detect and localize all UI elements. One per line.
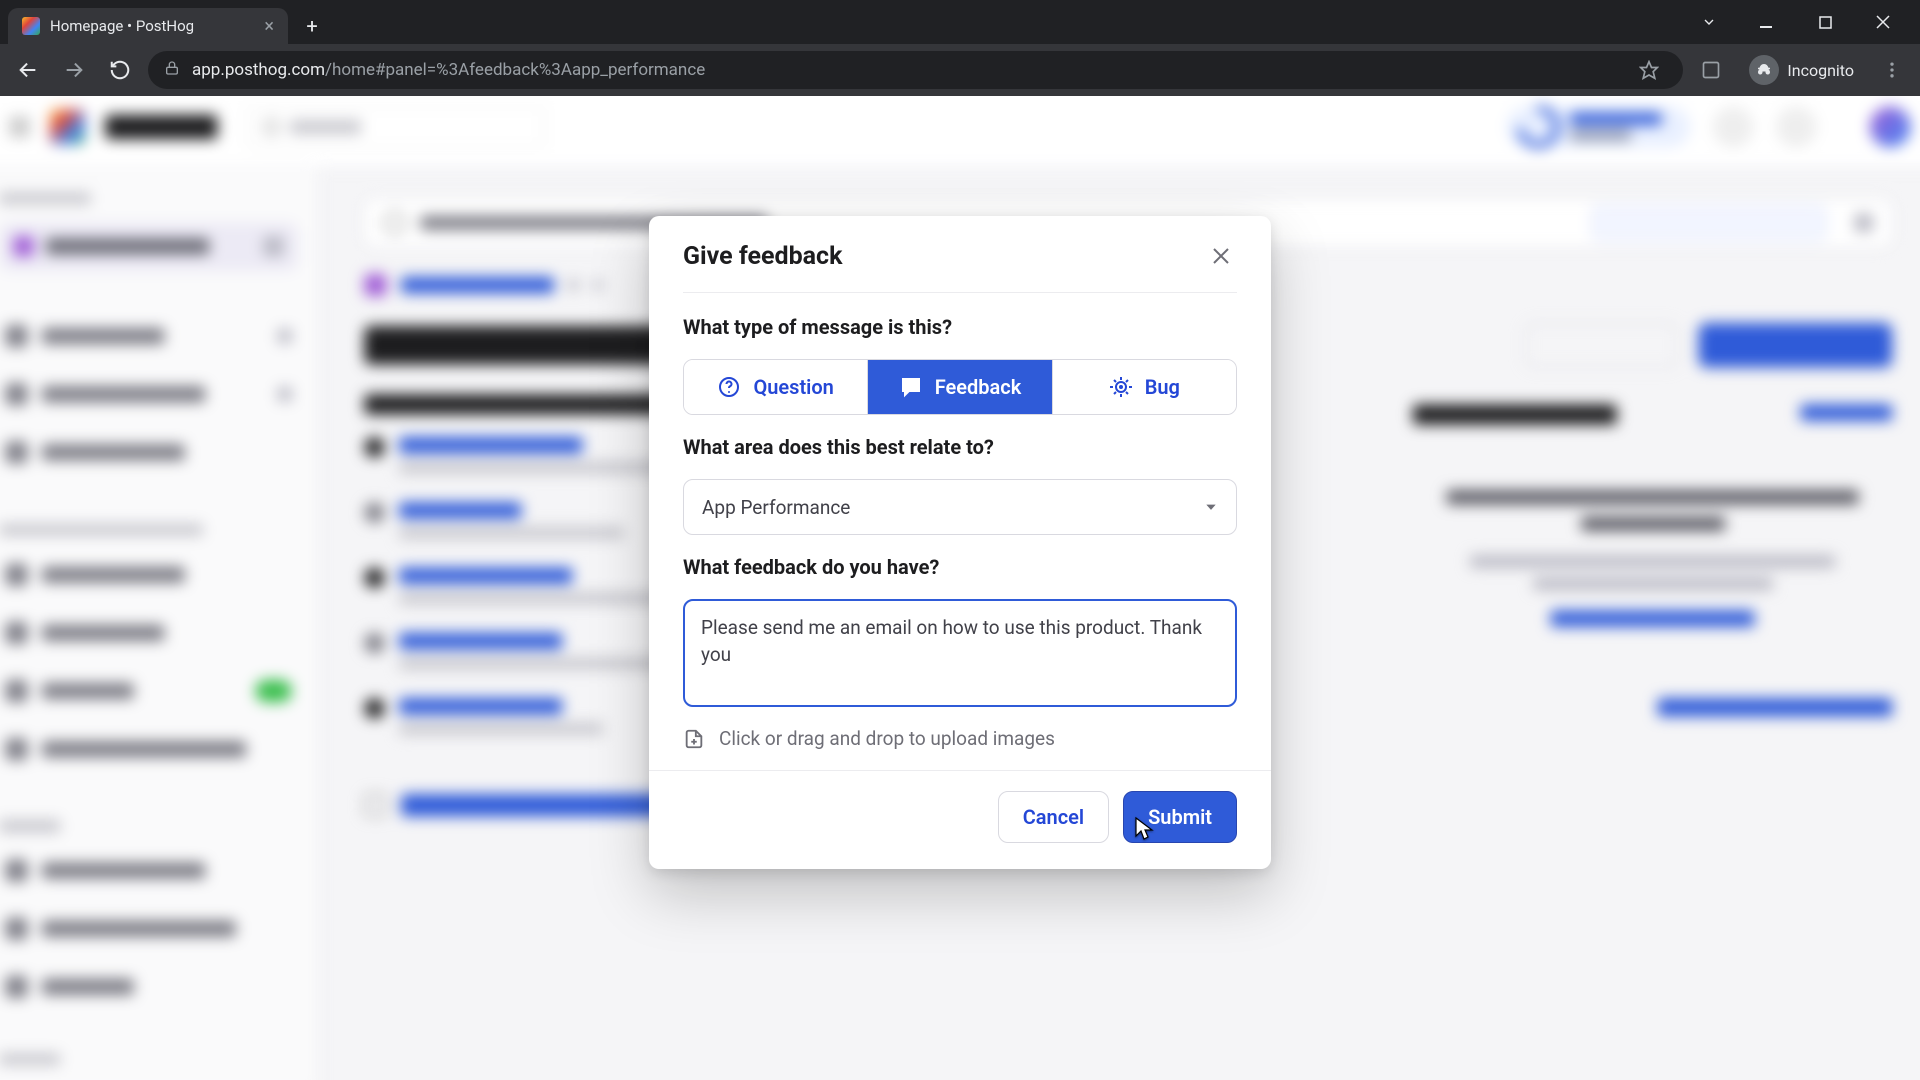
tab-favicon <box>22 17 40 35</box>
lock-icon <box>164 60 180 81</box>
incognito-icon <box>1749 55 1779 85</box>
browser-tab[interactable]: Homepage • PostHog × <box>8 8 288 44</box>
upload-dropzone[interactable]: Click or drag and drop to upload images <box>683 727 1237 756</box>
cancel-button-label: Cancel <box>1023 805 1084 829</box>
area-select[interactable]: App Performance <box>683 479 1237 535</box>
extensions-icon[interactable] <box>1693 52 1729 88</box>
type-option-feedback-label: Feedback <box>935 375 1022 399</box>
page-viewport: Give feedback What type of message is th… <box>0 96 1920 1080</box>
feedback-icon <box>899 375 923 399</box>
submit-button-label: Submit <box>1148 805 1212 829</box>
modal-footer: Cancel Submit <box>649 770 1271 869</box>
window-close-button[interactable] <box>1854 4 1912 40</box>
new-tab-button[interactable]: + <box>296 10 328 42</box>
tab-title: Homepage • PostHog <box>50 17 194 35</box>
label-message-type: What type of message is this? <box>683 315 1237 339</box>
window-minimize-button[interactable] <box>1738 4 1796 40</box>
browser-chrome: Homepage • PostHog × + <box>0 0 1920 96</box>
label-area: What area does this best relate to? <box>683 435 1237 459</box>
area-select-value: App Performance <box>702 496 850 519</box>
tab-close-icon[interactable]: × <box>264 16 274 37</box>
type-option-feedback[interactable]: Feedback <box>868 360 1052 414</box>
submit-button[interactable]: Submit <box>1123 791 1237 843</box>
tabs-dropdown-icon[interactable] <box>1680 4 1738 40</box>
browser-menu-icon[interactable] <box>1874 52 1910 88</box>
type-option-question[interactable]: Question <box>684 360 868 414</box>
incognito-indicator[interactable]: Incognito <box>1735 49 1868 91</box>
modal-header: Give feedback <box>649 216 1271 292</box>
window-maximize-button[interactable] <box>1796 4 1854 40</box>
modal-title: Give feedback <box>683 242 842 271</box>
nav-back-button[interactable] <box>10 52 46 88</box>
nav-forward-button[interactable] <box>56 52 92 88</box>
type-option-bug[interactable]: Bug <box>1053 360 1236 414</box>
modal-close-button[interactable] <box>1205 240 1237 272</box>
bug-icon <box>1109 375 1133 399</box>
address-bar: app.posthog.com/home#panel=%3Afeedback%3… <box>0 44 1920 96</box>
upload-file-icon <box>683 728 705 750</box>
addr-right: Incognito <box>1693 49 1910 91</box>
close-icon <box>1212 247 1230 265</box>
cancel-button[interactable]: Cancel <box>998 791 1109 843</box>
feedback-textarea[interactable] <box>683 599 1237 707</box>
modal-body: What type of message is this? Question F… <box>649 293 1271 770</box>
incognito-label: Incognito <box>1787 61 1854 80</box>
feedback-modal: Give feedback What type of message is th… <box>649 216 1271 869</box>
type-option-question-label: Question <box>753 375 833 399</box>
window-controls <box>1680 4 1912 40</box>
tab-strip: Homepage • PostHog × + <box>0 0 1920 44</box>
message-type-segmented: Question Feedback Bug <box>683 359 1237 415</box>
type-option-bug-label: Bug <box>1145 375 1180 399</box>
chevron-down-icon <box>1204 496 1218 519</box>
label-feedback: What feedback do you have? <box>683 555 1237 579</box>
nav-reload-button[interactable] <box>102 52 138 88</box>
url-text: app.posthog.com/home#panel=%3Afeedback%3… <box>192 60 1619 80</box>
upload-hint-text: Click or drag and drop to upload images <box>719 727 1055 750</box>
modal-overlay[interactable]: Give feedback What type of message is th… <box>0 96 1920 1080</box>
question-icon <box>717 375 741 399</box>
bookmark-star-icon[interactable] <box>1631 52 1667 88</box>
omnibox[interactable]: app.posthog.com/home#panel=%3Afeedback%3… <box>148 51 1683 89</box>
